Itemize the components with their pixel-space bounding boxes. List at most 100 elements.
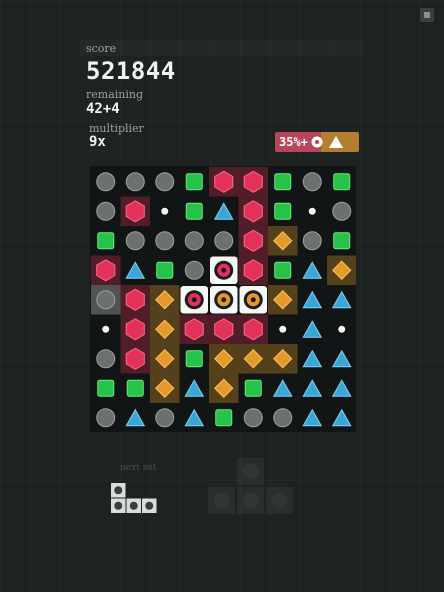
board-cell[interactable] (184, 408, 205, 427)
bonus-badge: 35%+ (275, 132, 359, 152)
board-cell[interactable] (159, 205, 171, 217)
gray-circle-icon (302, 231, 322, 251)
red-hexagon-icon (243, 318, 263, 341)
board-cell[interactable] (120, 344, 151, 374)
score-value: 521844 (86, 57, 176, 85)
game-board[interactable] (90, 166, 356, 432)
gray-circle-icon (214, 231, 234, 251)
board-cell[interactable] (272, 379, 293, 397)
board-cell[interactable] (185, 173, 203, 191)
board-cell[interactable] (331, 349, 352, 368)
board-cell[interactable] (96, 172, 116, 192)
board-cell[interactable] (125, 231, 145, 251)
board-cell[interactable] (215, 409, 233, 427)
board-cell[interactable] (155, 231, 175, 251)
board-cell[interactable] (209, 167, 239, 197)
board-cell[interactable] (277, 323, 289, 335)
board-cell[interactable] (126, 379, 144, 397)
board-cell[interactable] (306, 205, 318, 217)
next-piece-block (111, 483, 126, 498)
board-cell[interactable] (332, 201, 352, 221)
target-center (250, 297, 256, 303)
board-cell[interactable] (333, 173, 351, 191)
board-cell[interactable] (125, 261, 146, 279)
board-cell[interactable] (150, 373, 180, 404)
board-cell[interactable] (185, 202, 203, 220)
board-cell[interactable] (120, 285, 151, 315)
board-cell[interactable] (184, 379, 205, 397)
board-cell[interactable] (268, 226, 298, 256)
board-cell[interactable] (91, 255, 121, 286)
board-cell[interactable] (96, 408, 116, 428)
board-cell[interactable] (150, 285, 180, 315)
board-cell[interactable] (331, 290, 352, 309)
board-cell[interactable] (125, 408, 146, 427)
board-cell[interactable] (302, 261, 323, 279)
board-cell[interactable] (238, 344, 269, 374)
blue-triangle-icon (184, 379, 205, 397)
board-cell[interactable] (302, 408, 323, 427)
board-cell[interactable] (268, 344, 298, 374)
board-cell[interactable] (184, 260, 204, 280)
board-cell[interactable] (238, 255, 269, 286)
board-cell[interactable] (97, 379, 115, 397)
board-cell[interactable] (100, 323, 112, 335)
board-cell[interactable] (331, 408, 352, 427)
board-cell[interactable] (238, 196, 269, 227)
board-cell[interactable] (97, 232, 115, 250)
green-square-icon (126, 379, 144, 397)
board-cell[interactable] (179, 314, 210, 345)
board-cell[interactable] (302, 320, 323, 338)
board-cell[interactable] (239, 286, 268, 314)
board-cell[interactable] (238, 314, 269, 345)
gray-circle-icon (243, 408, 263, 428)
board-cell[interactable] (155, 172, 175, 192)
board-cell[interactable] (244, 379, 262, 397)
next-set-piece[interactable] (110, 482, 158, 516)
board-cell[interactable] (302, 172, 322, 192)
board-cell[interactable] (96, 201, 116, 221)
gray-circle-icon (96, 349, 116, 369)
board-cell[interactable] (184, 231, 204, 251)
board-grid[interactable] (90, 166, 356, 432)
board-cell[interactable] (238, 167, 269, 197)
board-cell[interactable] (156, 261, 174, 279)
board-cell[interactable] (268, 285, 298, 315)
board-cell[interactable] (273, 408, 293, 428)
board-cell[interactable] (238, 226, 269, 256)
board-cell[interactable] (302, 349, 323, 368)
board-cell[interactable] (209, 344, 239, 374)
board-cell[interactable] (96, 349, 116, 369)
board-cell[interactable] (331, 379, 352, 397)
board-cell[interactable] (180, 286, 209, 314)
board-cell[interactable] (302, 231, 322, 251)
board-cell[interactable] (210, 286, 238, 314)
board-cell[interactable] (91, 285, 121, 315)
board-cell[interactable] (302, 379, 323, 397)
board-cell[interactable] (243, 408, 263, 428)
board-cell[interactable] (213, 202, 234, 220)
red-hexagon-icon (243, 200, 263, 223)
board-cell[interactable] (274, 202, 292, 220)
board-cell[interactable] (155, 408, 175, 428)
board-cell[interactable] (120, 314, 151, 345)
board-cell[interactable] (210, 256, 238, 285)
board-cell[interactable] (336, 323, 348, 335)
board-cell[interactable] (185, 350, 203, 368)
score-label: score (86, 42, 117, 55)
board-cell[interactable] (333, 232, 351, 250)
board-cell[interactable] (214, 231, 234, 251)
green-square-icon (185, 350, 203, 368)
board-cell[interactable] (120, 196, 151, 227)
blue-triangle-icon (125, 261, 146, 279)
board-cell[interactable] (150, 314, 180, 345)
board-cell[interactable] (302, 290, 323, 309)
board-cell[interactable] (150, 344, 180, 374)
board-cell[interactable] (209, 314, 239, 345)
board-cell[interactable] (327, 255, 356, 286)
board-cell[interactable] (274, 261, 292, 279)
menu-button[interactable] (420, 8, 434, 22)
board-cell[interactable] (209, 373, 239, 404)
board-cell[interactable] (274, 173, 292, 191)
board-cell[interactable] (125, 172, 145, 192)
